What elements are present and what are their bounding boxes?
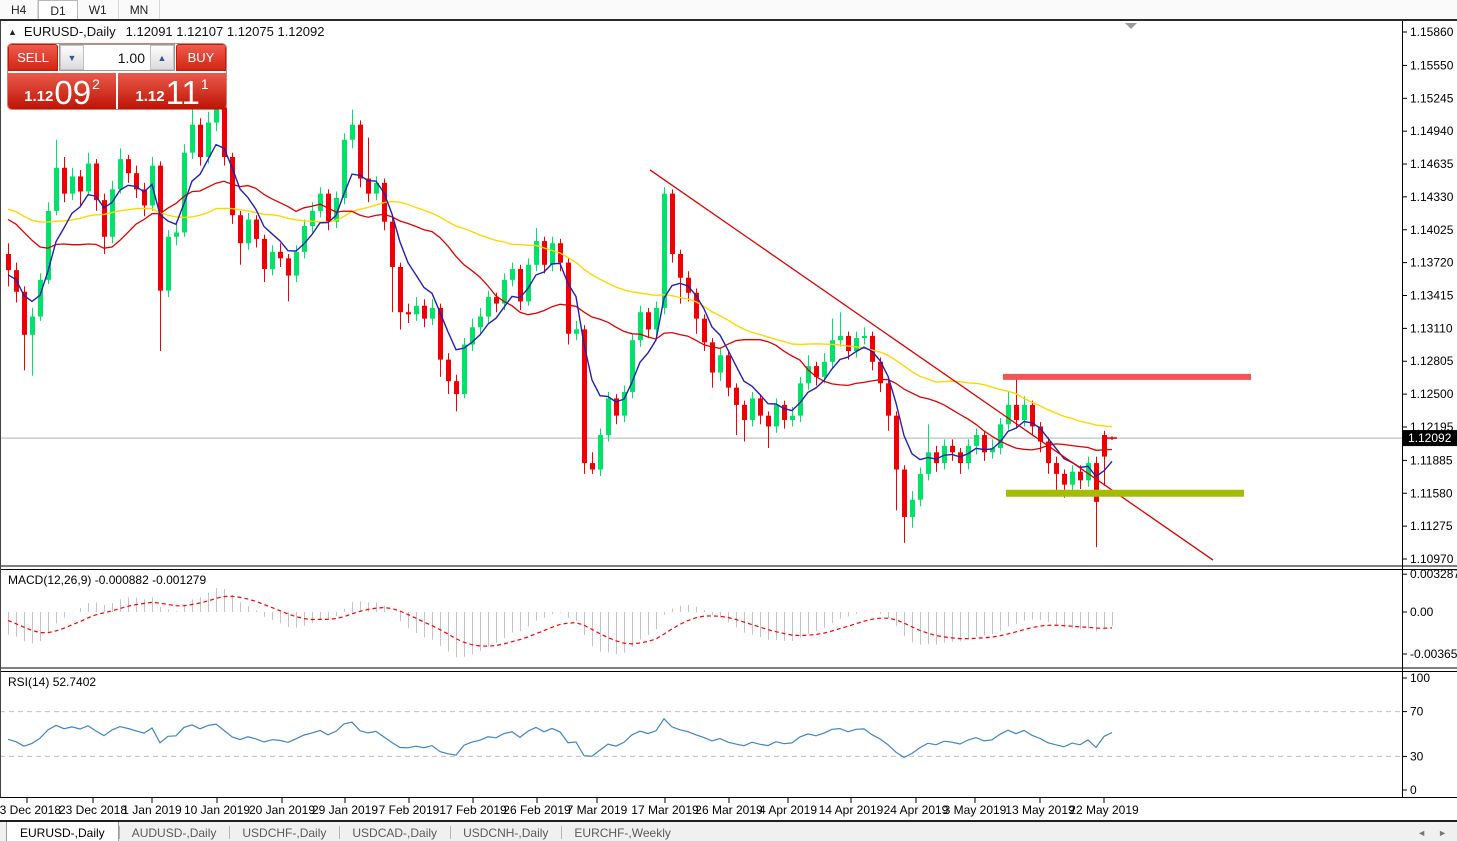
- tab-scroll-right-icon[interactable]: ►: [1438, 828, 1447, 838]
- svg-text:1.12092: 1.12092: [1408, 431, 1452, 445]
- chart-title: ▲ EURUSD-,Daily 1.12091 1.12107 1.12075 …: [8, 24, 324, 39]
- macd-current-values: -0.000882 -0.001279: [95, 573, 206, 587]
- one-click-top-row: SELL ▼ ▲ BUY: [8, 44, 226, 71]
- svg-text:1.13415: 1.13415: [1410, 288, 1454, 302]
- rsi-indicator-label: RSI(14) 52.7402: [8, 675, 96, 689]
- svg-text:26 Feb 2019: 26 Feb 2019: [503, 803, 571, 817]
- buy-price-pips: 11: [166, 78, 200, 108]
- macd-pane[interactable]: [8, 588, 1113, 657]
- sell-price-point: 2: [92, 77, 100, 91]
- svg-text:22 May 2019: 22 May 2019: [1069, 803, 1139, 817]
- svg-text:1.12805: 1.12805: [1410, 354, 1454, 368]
- svg-text:1.13110: 1.13110: [1410, 321, 1453, 335]
- svg-text:29 Jan 2019: 29 Jan 2019: [312, 803, 378, 817]
- timeframe-button-mn[interactable]: MN: [119, 0, 161, 19]
- svg-text:1.14635: 1.14635: [1410, 157, 1454, 171]
- tab-scroll-controls: ◄ ►: [1417, 822, 1457, 841]
- svg-text:1.15245: 1.15245: [1410, 91, 1454, 105]
- svg-text:23 Dec 2018: 23 Dec 2018: [59, 803, 127, 817]
- svg-text:1.14025: 1.14025: [1410, 223, 1454, 237]
- timeframe-button-w1[interactable]: W1: [78, 0, 119, 19]
- svg-text:17 Feb 2019: 17 Feb 2019: [439, 803, 507, 817]
- svg-text:1.11275: 1.11275: [1410, 519, 1453, 533]
- volume-input[interactable]: [84, 45, 150, 70]
- axes: 1.15860 1.15550 1.15245 1.14940 1.14635 1.143…: [0, 21, 1457, 817]
- volume-increase-icon[interactable]: ▲: [150, 45, 174, 70]
- tab-scroll-left-icon[interactable]: ◄: [1417, 828, 1426, 838]
- macd-name: MACD(12,26,9): [8, 573, 91, 587]
- sell-button[interactable]: SELL: [8, 44, 58, 71]
- svg-text:1.14330: 1.14330: [1410, 190, 1454, 204]
- svg-text:7 Mar 2019: 7 Mar 2019: [567, 803, 628, 817]
- svg-text:17 Mar 2019: 17 Mar 2019: [631, 803, 699, 817]
- svg-text:1.14940: 1.14940: [1410, 124, 1454, 138]
- collapse-panel-icon[interactable]: ▲: [8, 27, 17, 37]
- svg-text:13 May 2019: 13 May 2019: [1005, 803, 1075, 817]
- svg-text:100: 100: [1410, 671, 1430, 685]
- svg-text:1.15860: 1.15860: [1410, 25, 1454, 39]
- timeframe-button-d1[interactable]: D1: [38, 0, 77, 19]
- svg-text:1.11580: 1.11580: [1410, 486, 1453, 500]
- svg-text:7 Feb 2019: 7 Feb 2019: [379, 803, 440, 817]
- svg-text:1.11885: 1.11885: [1410, 453, 1453, 467]
- svg-text:13 Dec 2018: 13 Dec 2018: [0, 803, 61, 817]
- chart-tab-eurusd[interactable]: EURUSD-,Daily: [6, 822, 119, 841]
- svg-text:26 Mar 2019: 26 Mar 2019: [695, 803, 763, 817]
- one-click-price-row: 1.12 09 2 1.12 11 1: [8, 71, 226, 109]
- chart-tab-usdcad[interactable]: USDCAD-,Daily: [339, 822, 450, 841]
- svg-text:30: 30: [1410, 749, 1424, 763]
- buy-price-point: 1: [201, 77, 209, 91]
- price-chart-canvas[interactable]: 1.15860 1.15550 1.15245 1.14940 1.14635 1.143…: [0, 0, 1457, 841]
- volume-decrease-icon[interactable]: ▼: [60, 45, 84, 70]
- svg-text:3 May 2019: 3 May 2019: [944, 803, 1007, 817]
- chart-tab-usdchf[interactable]: USDCHF-,Daily: [229, 822, 339, 841]
- ohlc-values: 1.12091 1.12107 1.12075 1.12092: [126, 24, 325, 39]
- sell-price-display[interactable]: 1.12 09 2: [8, 73, 118, 109]
- timeframe-toolbar: H4D1W1MN: [0, 0, 1457, 21]
- svg-text:0.00: 0.00: [1410, 605, 1434, 619]
- chart-tab-audusd[interactable]: AUDUSD-,Daily: [119, 822, 230, 841]
- svg-text:1.13720: 1.13720: [1410, 256, 1454, 270]
- rsi-name: RSI(14): [8, 675, 49, 689]
- svg-text:1.12500: 1.12500: [1410, 387, 1454, 401]
- svg-text:1.15550: 1.15550: [1410, 58, 1454, 72]
- svg-text:0: 0: [1410, 783, 1417, 797]
- buy-price-display[interactable]: 1.12 11 1: [118, 73, 226, 109]
- timeframe-button-h4[interactable]: H4: [0, 0, 38, 19]
- volume-stepper: ▼ ▲: [59, 44, 175, 71]
- svg-text:0.003287: 0.003287: [1410, 567, 1457, 581]
- symbol-period-label: EURUSD-,Daily: [24, 24, 116, 39]
- one-click-trading-panel: SELL ▼ ▲ BUY 1.12 09 2 1.12 11 1: [8, 44, 226, 109]
- mt4-terminal-window: 1.15860 1.15550 1.15245 1.14940 1.14635 1.143…: [0, 0, 1457, 841]
- rsi-pane[interactable]: [0, 712, 1402, 758]
- svg-text:14 Apr 2019: 14 Apr 2019: [819, 803, 884, 817]
- chart-tab-usdcnh[interactable]: USDCNH-,Daily: [450, 822, 561, 841]
- svg-text:24 Apr 2019: 24 Apr 2019: [884, 803, 949, 817]
- sell-price-base: 1.12: [24, 89, 53, 104]
- chart-shift-marker-icon[interactable]: [1125, 23, 1137, 29]
- rsi-current-value: 52.7402: [53, 675, 96, 689]
- svg-text:70: 70: [1410, 705, 1424, 719]
- svg-text:20 Jan 2019: 20 Jan 2019: [249, 803, 315, 817]
- svg-text:10 Jan 2019: 10 Jan 2019: [184, 803, 250, 817]
- chart-tabs: EURUSD-,DailyAUDUSD-,DailyUSDCHF-,DailyU…: [0, 822, 684, 841]
- svg-text:1.10970: 1.10970: [1410, 552, 1454, 566]
- svg-text:4 Apr 2019: 4 Apr 2019: [759, 803, 817, 817]
- svg-text:-0.00365: -0.00365: [1410, 647, 1457, 661]
- buy-button[interactable]: BUY: [176, 44, 226, 71]
- chart-tab-bar: EURUSD-,DailyAUDUSD-,DailyUSDCHF-,DailyU…: [0, 820, 1457, 841]
- buy-price-base: 1.12: [135, 89, 164, 104]
- macd-indicator-label: MACD(12,26,9) -0.000882 -0.001279: [8, 573, 206, 587]
- chart-tab-eurchf[interactable]: EURCHF-,Weekly: [561, 822, 683, 841]
- sell-price-pips: 09: [54, 78, 91, 108]
- svg-text:1 Jan 2019: 1 Jan 2019: [122, 803, 182, 817]
